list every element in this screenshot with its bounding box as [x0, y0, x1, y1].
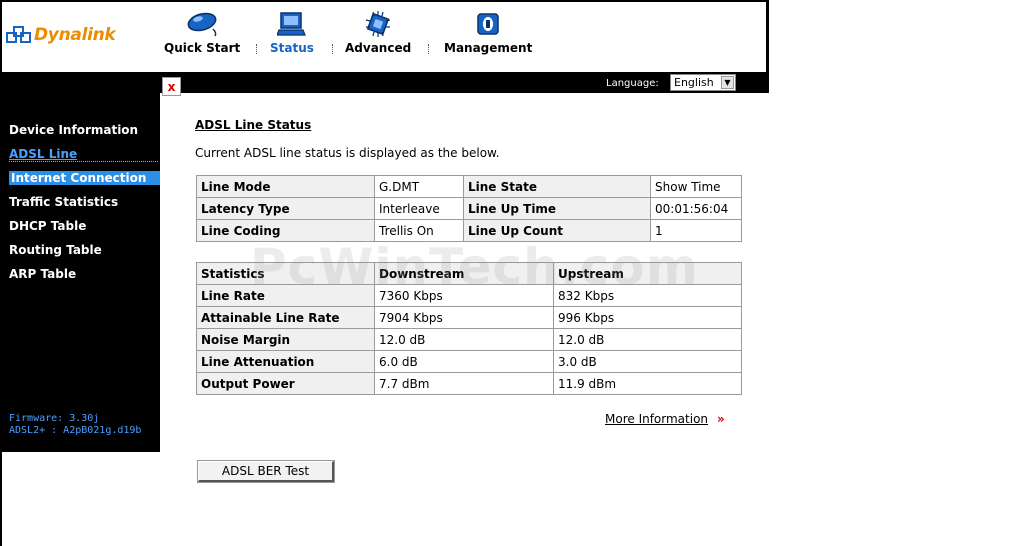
mouse-icon [185, 10, 219, 38]
table-cell-label: Latency Type [196, 197, 375, 220]
column-header: Upstream [553, 262, 742, 285]
table-cell-value: 7.7 dBm [374, 372, 554, 395]
table-cell-label: Noise Margin [196, 328, 375, 351]
table-row: Output Power 7.7 dBm 11.9 dBm [196, 372, 742, 395]
table-cell-value: 7904 Kbps [374, 306, 554, 329]
adsl-ber-test-button[interactable]: ADSL BER Test [197, 460, 335, 483]
language-select[interactable]: English ▼ [670, 74, 736, 91]
table-cell-label: Line Up Count [463, 219, 651, 242]
table-row: Line Coding Trellis On Line Up Count 1 [196, 219, 742, 242]
sidebar-item-dhcp-table[interactable]: DHCP Table [9, 219, 86, 233]
line-status-table: Line Mode G.DMT Line State Show Time Lat… [196, 175, 742, 242]
nav-label: Quick Start [164, 41, 241, 55]
close-symbol: x [167, 79, 176, 94]
nav-label: Advanced [345, 41, 412, 55]
table-row: Attainable Line Rate 7904 Kbps 996 Kbps [196, 306, 742, 329]
table-row: Line Rate 7360 Kbps 832 Kbps [196, 284, 742, 307]
header: Dynalink Quick Start Status Advanced Man… [2, 2, 766, 72]
nav-quick-start[interactable]: Quick Start [164, 10, 240, 55]
table-row: Line Attenuation 6.0 dB 3.0 dB [196, 350, 742, 373]
sidebar-item-internet-connection[interactable]: Internet Connection [9, 171, 160, 185]
table-cell-label: Line Up Time [463, 197, 651, 220]
nav-divider [428, 44, 429, 54]
table-header-row: Statistics Downstream Upstream [196, 262, 742, 285]
top-nav: Quick Start Status Advanced Management [2, 2, 766, 72]
table-cell-value: 12.0 dB [374, 328, 554, 351]
table-cell-value: Show Time [650, 175, 742, 198]
chip-icon [361, 10, 395, 38]
language-label: Language: [606, 78, 659, 89]
sidebar: Device Information ADSL Line Internet Co… [2, 72, 160, 452]
lock-icon [471, 10, 505, 38]
column-header: Downstream [374, 262, 554, 285]
sidebar-item-arp-table[interactable]: ARP Table [9, 267, 76, 281]
nav-status[interactable]: Status [270, 10, 314, 55]
table-cell-value: Interleave [374, 197, 464, 220]
language-bar: Language: English ▼ [160, 72, 769, 93]
sidebar-item-routing-table[interactable]: Routing Table [9, 243, 102, 257]
table-row: Latency Type Interleave Line Up Time 00:… [196, 197, 742, 220]
table-cell-label: Line Coding [196, 219, 375, 242]
nav-label: Management [444, 41, 533, 55]
table-cell-value: 11.9 dBm [553, 372, 742, 395]
nav-divider [332, 44, 333, 54]
language-selected-value: English [674, 76, 714, 89]
table-cell-label: Line Attenuation [196, 350, 375, 373]
close-icon[interactable]: x [162, 77, 181, 96]
table-cell-value: Trellis On [374, 219, 464, 242]
table-cell-value: 996 Kbps [553, 306, 742, 329]
table-cell-value: 7360 Kbps [374, 284, 554, 307]
table-cell-label: Line Mode [196, 175, 375, 198]
table-row: Line Mode G.DMT Line State Show Time [196, 175, 742, 198]
table-cell-value: 6.0 dB [374, 350, 554, 373]
sidebar-item-traffic-statistics[interactable]: Traffic Statistics [9, 195, 118, 209]
more-information-link[interactable]: More Information [605, 412, 708, 426]
double-chevron-right-icon[interactable]: » [717, 412, 725, 426]
nav-management[interactable]: Management [444, 10, 532, 55]
firmware-version: Firmware: 3.30j [9, 413, 100, 424]
table-cell-label: Attainable Line Rate [196, 306, 375, 329]
chevron-down-icon: ▼ [721, 76, 734, 89]
table-cell-value: 3.0 dB [553, 350, 742, 373]
sidebar-item-adsl-line[interactable]: ADSL Line [9, 147, 158, 162]
table-cell-label: Line Rate [196, 284, 375, 307]
table-cell-label: Line State [463, 175, 651, 198]
table-cell-value: 00:01:56:04 [650, 197, 742, 220]
table-cell-value: 1 [650, 219, 742, 242]
nav-divider [256, 44, 257, 54]
nav-label: Status [270, 41, 314, 55]
monitor-icon [275, 10, 309, 38]
table-cell-value: 12.0 dB [553, 328, 742, 351]
table-cell-value: 832 Kbps [553, 284, 742, 307]
page-title: ADSL Line Status [195, 118, 312, 132]
page-description: Current ADSL line status is displayed as… [195, 146, 500, 160]
sidebar-item-device-information[interactable]: Device Information [9, 123, 138, 137]
line-statistics-table: Statistics Downstream Upstream Line Rate… [196, 262, 742, 395]
adsl-version: ADSL2+ : A2pB021g.d19b [9, 425, 142, 436]
table-row: Noise Margin 12.0 dB 12.0 dB [196, 328, 742, 351]
column-header: Statistics [196, 262, 375, 285]
table-cell-label: Output Power [196, 372, 375, 395]
nav-advanced[interactable]: Advanced [345, 10, 411, 55]
table-cell-value: G.DMT [374, 175, 464, 198]
